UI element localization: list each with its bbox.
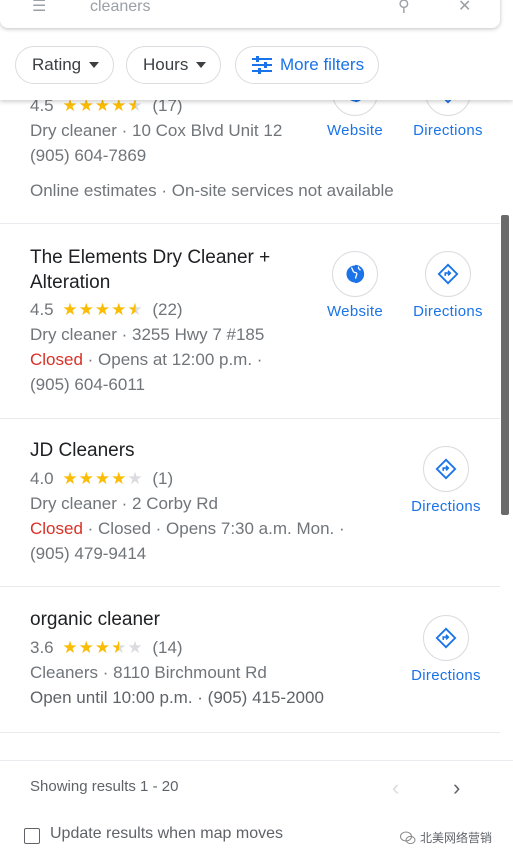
phone: (905) 479-9414: [30, 544, 147, 563]
more-filters-label: More filters: [280, 55, 365, 74]
results-range: Showing results 1 - 20: [30, 778, 179, 795]
star-rating: ★★★★★: [62, 300, 144, 319]
place-name[interactable]: JD Cleaners: [30, 438, 310, 463]
phone: (905) 604-7869: [30, 146, 147, 165]
rating-value: 4.0: [30, 469, 54, 488]
hours-text: · Closed · Opens 7:30 a.m. Mon. ·: [82, 519, 345, 538]
directions-icon: [423, 446, 469, 492]
rating-filter-label: Rating: [32, 55, 82, 74]
hours-phone: Open until 10:00 p.m. · (905) 415-2000: [30, 688, 324, 707]
type-address: Cleaners · 8110 Birchmount Rd: [30, 663, 267, 682]
tune-icon: [252, 56, 272, 74]
results-footer: Showing results 1 - 20 ‹ › Update result…: [0, 760, 513, 860]
result-card[interactable]: The Elements Dry Cleaner + Alteration 4.…: [0, 224, 500, 419]
caret-down-icon: [196, 62, 207, 68]
status-closed: Closed: [30, 350, 83, 369]
place-name[interactable]: The Elements Dry Cleaner + Alteration: [30, 245, 310, 295]
review-count: (22): [152, 300, 183, 319]
globe-icon: [332, 251, 378, 297]
caret-down-icon: [89, 62, 100, 68]
directions-button[interactable]: Directions: [403, 251, 493, 320]
directions-label: Directions: [411, 667, 481, 684]
rating-value: 3.6: [30, 638, 54, 657]
type-address: Dry cleaner · 10 Cox Blvd Unit 12: [30, 121, 283, 140]
website-label: Website: [326, 122, 383, 139]
rating-value: 4.5: [30, 300, 54, 319]
next-page-icon[interactable]: ›: [453, 775, 460, 801]
watermark: 北美网络营销: [400, 829, 492, 846]
directions-icon: [425, 251, 471, 297]
phone: (905) 604-6011: [30, 375, 145, 394]
rating-row: 4.0 ★★★★★ (1): [30, 469, 173, 489]
wechat-logo-icon: [400, 831, 416, 844]
website-label: Website: [326, 303, 383, 320]
hours-row: Closed · Closed · Opens 7:30 a.m. Mon. ·: [30, 519, 345, 539]
more-filters-chip[interactable]: More filters: [235, 46, 380, 84]
watermark-text: 北美网络营销: [420, 831, 493, 845]
update-results-checkbox[interactable]: [24, 828, 40, 844]
menu-icon[interactable]: ☰: [32, 0, 46, 16]
rating-row: 4.5 ★★★★★ (22): [30, 300, 183, 320]
website-button[interactable]: Website: [310, 251, 400, 320]
search-input[interactable]: cleaners: [90, 0, 150, 16]
place-name[interactable]: organic cleaner: [30, 607, 310, 632]
scrollbar-thumb[interactable]: [501, 215, 509, 515]
directions-button[interactable]: Directions: [401, 446, 491, 515]
prev-page-icon[interactable]: ‹: [392, 775, 399, 801]
review-count: (1): [152, 469, 174, 488]
review-count: (14): [152, 638, 183, 657]
service-options: Online estimates · On-site services not …: [30, 181, 394, 200]
type-address: Dry cleaner · 2 Corby Rd: [30, 494, 219, 513]
star-rating: ★★★★★: [62, 469, 144, 488]
directions-label: Directions: [413, 122, 483, 139]
hours-filter-chip[interactable]: Hours: [126, 46, 222, 84]
rating-filter-chip[interactable]: Rating: [15, 46, 115, 84]
hours-row: Closed · Opens at 12:00 p.m. ·: [30, 350, 262, 370]
status-closed: Closed: [30, 519, 83, 538]
directions-label: Directions: [413, 303, 483, 320]
result-card[interactable]: JD Cleaners 4.0 ★★★★★ (1) Dry cleaner · …: [0, 419, 500, 587]
search-icon[interactable]: ⚲: [398, 0, 410, 16]
result-card[interactable]: [0, 733, 500, 760]
directions-label: Directions: [411, 498, 481, 515]
type-address: Dry cleaner · 3255 Hwy 7 #185: [30, 325, 265, 344]
top-bar: ☰ cleaners ⚲ ✕ Rating Hours More filters: [0, 0, 513, 100]
star-rating: ★★★★★: [62, 638, 144, 657]
results-list[interactable]: 4.5 ★★★★★ (17) Dry cleaner · 10 Cox Blvd…: [0, 0, 500, 760]
result-card[interactable]: organic cleaner 3.6 ★★★★★ (14) Cleaners …: [0, 587, 500, 733]
hours-text: · Opens at 12:00 p.m. ·: [82, 350, 263, 369]
close-icon[interactable]: ✕: [458, 0, 471, 16]
rating-row: 3.6 ★★★★★ (14): [30, 638, 183, 658]
directions-icon: [423, 615, 469, 661]
update-results-label[interactable]: Update results when map moves: [50, 825, 283, 843]
directions-button[interactable]: Directions: [401, 615, 491, 684]
search-box[interactable]: ☰ cleaners ⚲ ✕: [0, 0, 500, 28]
hours-filter-label: Hours: [143, 55, 189, 74]
